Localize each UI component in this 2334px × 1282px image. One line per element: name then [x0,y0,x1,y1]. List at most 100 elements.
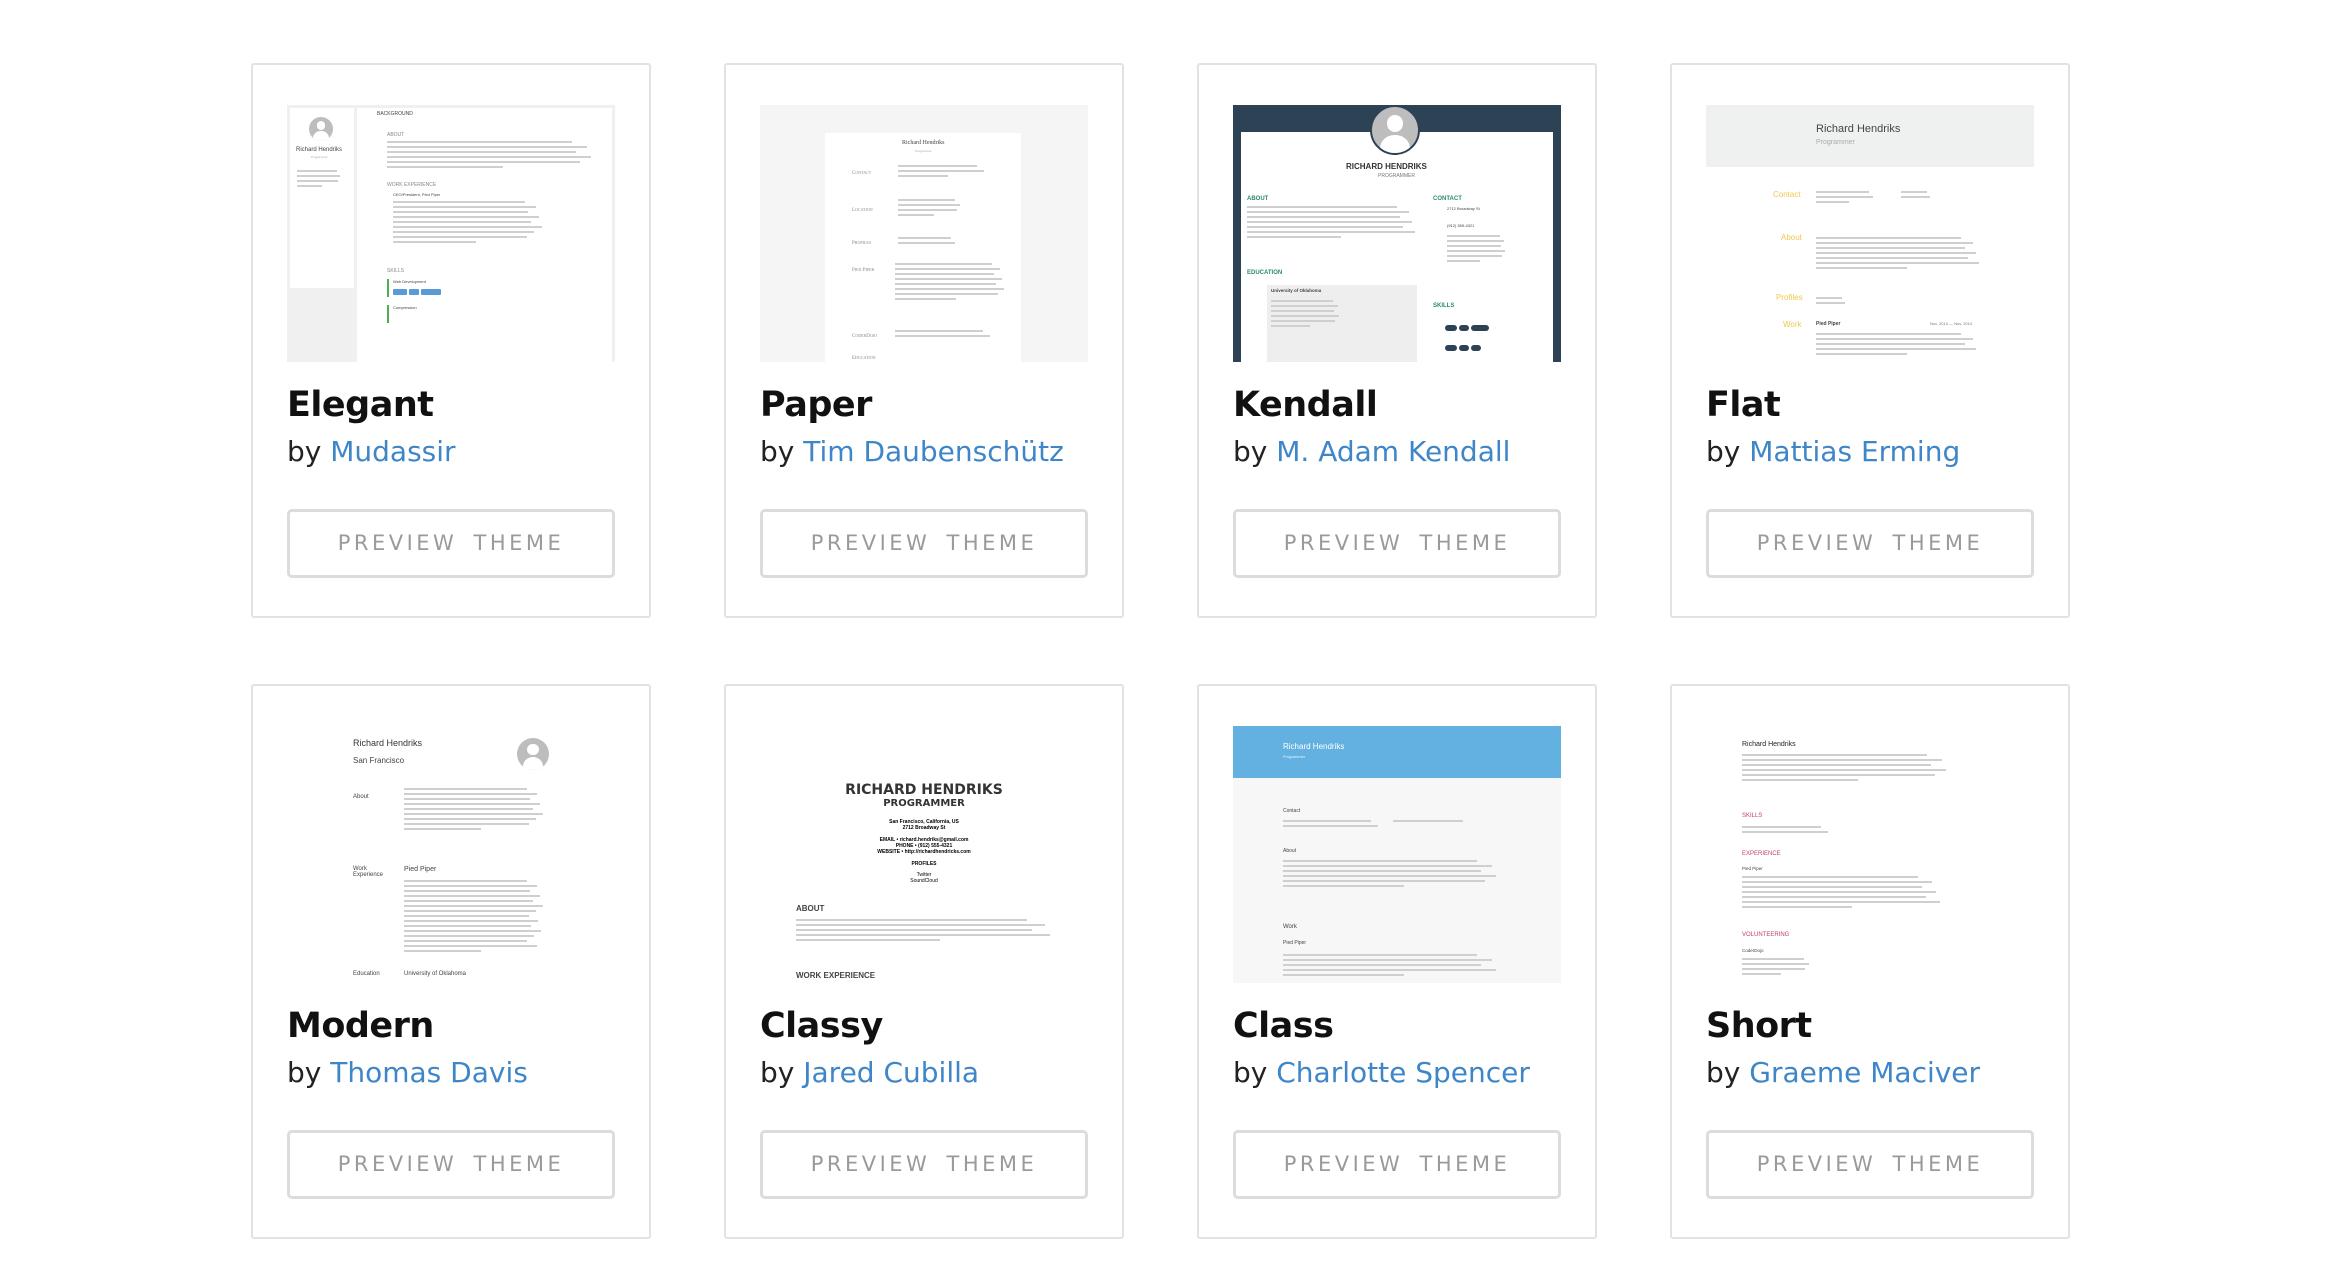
text-line [1271,315,1339,317]
text-line [404,813,543,815]
author-link[interactable]: M. Adam Kendall [1276,435,1510,468]
preview-heading: EDUCATION [1247,270,1283,276]
theme-preview-thumbnail[interactable]: Richard Hendriks Programmer Contact Abou… [1233,726,1561,983]
preview-heading: About [1283,848,1297,854]
preview-text-lines [1816,333,1981,358]
text-line [898,209,957,211]
preview-heading: Location [852,208,873,213]
preview-role: Programmer [1816,139,1855,146]
text-line [1816,242,1973,244]
preview-text-lines [1742,826,1832,836]
preview-theme-button[interactable]: PREVIEW THEME [760,1130,1088,1199]
preview-heading: SKILLS [1742,813,1763,819]
text-line [393,216,539,218]
text-line [393,201,525,203]
text-line [1742,906,1852,908]
preview-text: Pied Piper [1283,940,1307,946]
preview-text-lines [1283,860,1503,890]
preview-role: Programmer [915,149,932,153]
text-line [1447,255,1503,257]
theme-name: Flat [1706,385,1781,425]
text-line [1742,886,1922,888]
theme-author-line: by Jared Cubilla [760,1056,979,1089]
theme-preview-thumbnail[interactable]: Richard Hendriks Programmer BACKGROUND A… [287,105,615,362]
author-link[interactable]: Tim Daubenschütz [803,435,1064,468]
text-line [297,175,340,177]
text-line [895,283,997,285]
text-line [404,935,535,937]
text-line [1283,875,1497,877]
text-line [796,939,941,941]
theme-preview-thumbnail[interactable]: Richard Hendriks Programmer Contact Loca… [760,105,1088,362]
text-line [796,929,1032,931]
preview-text-lines [404,788,544,833]
preview-theme-button[interactable]: PREVIEW THEME [1706,1130,2034,1199]
theme-preview-thumbnail[interactable]: Richard Hendriks Programmer Contact Abou… [1706,105,2034,362]
preview-heading: Profiles [852,241,872,246]
author-link[interactable]: Jared Cubilla [803,1056,979,1089]
author-link[interactable]: Charlotte Spencer [1276,1056,1530,1089]
text-line [1283,860,1477,862]
theme-author-line: by Tim Daubenschütz [760,435,1064,468]
text-line [898,214,934,216]
by-label: by [287,435,322,468]
preview-name: Richard Hendriks [902,140,945,146]
text-line [1816,343,1965,345]
preview-role: Programmer [311,155,328,159]
text-line [1283,825,1378,827]
text-line [1283,885,1404,887]
preview-text-lines [1901,191,1931,201]
preview-theme-button[interactable]: PREVIEW THEME [1233,1130,1561,1199]
author-link[interactable]: Graeme Maciver [1749,1056,1980,1089]
theme-preview-thumbnail[interactable]: RICHARD HENDRIKS PROGRAMMER ABOUT CONTAC… [1233,105,1561,362]
preview-name: Richard Hendriks [296,147,343,153]
preview-name: Richard Hendriks [1283,742,1345,751]
preview-text: 2712 Broadway St [902,825,946,831]
preview-text: University of Oklahoma [1271,288,1322,293]
preview-heading: CoderDojo [852,334,878,339]
theme-preview-thumbnail[interactable]: RICHARD HENDRIKS PROGRAMMER San Francisc… [760,726,1088,983]
preview-text-lines [1393,820,1473,825]
preview-text-lines [404,880,544,955]
by-label: by [1233,435,1268,468]
text-line [898,242,955,244]
text-line [297,180,338,182]
preview-theme-button[interactable]: PREVIEW THEME [760,509,1088,578]
text-line [895,268,1000,270]
preview-text-lines [895,263,1005,303]
author-link[interactable]: Thomas Davis [330,1056,528,1089]
text-line [895,278,1002,280]
theme-name: Paper [760,385,872,425]
theme-author-line: by Mudassir [287,435,456,468]
theme-author-line: by Mattias Erming [1706,435,1960,468]
text-line [1742,881,1932,883]
by-label: by [1233,1056,1268,1089]
text-line [404,905,543,907]
preview-theme-button[interactable]: PREVIEW THEME [287,1130,615,1199]
author-link[interactable]: Mattias Erming [1749,435,1960,468]
preview-theme-button[interactable]: PREVIEW THEME [1233,509,1561,578]
preview-name: Richard Hendriks [1816,123,1901,135]
theme-preview-thumbnail[interactable]: Richard Hendriks San Francisco About Wor… [287,726,615,983]
preview-theme-button[interactable]: PREVIEW THEME [287,509,615,578]
text-line [1742,896,1926,898]
text-line [393,206,536,208]
text-line [404,885,537,887]
text-line [1283,964,1481,966]
preview-text: 2712 Broadway St [1447,206,1480,211]
text-line [1816,247,1965,249]
text-line [895,288,1004,290]
text-line [1283,820,1371,822]
preview-heading: Work [1283,924,1297,930]
theme-author-line: by M. Adam Kendall [1233,435,1510,468]
preview-text: SoundCloud [910,878,938,884]
preview-text: WEBSITE • http://richardhendricks.com [877,849,971,855]
preview-name: Richard Hendriks [353,738,423,748]
theme-name: Modern [287,1006,434,1046]
avatar [309,117,333,141]
text-line [404,798,530,800]
theme-preview-thumbnail[interactable]: Richard Hendriks SKILLS EXPERIENCE Pied … [1706,726,2034,983]
author-link[interactable]: Mudassir [330,435,455,468]
preview-theme-button[interactable]: PREVIEW THEME [1706,509,2034,578]
text-line [1283,969,1497,971]
